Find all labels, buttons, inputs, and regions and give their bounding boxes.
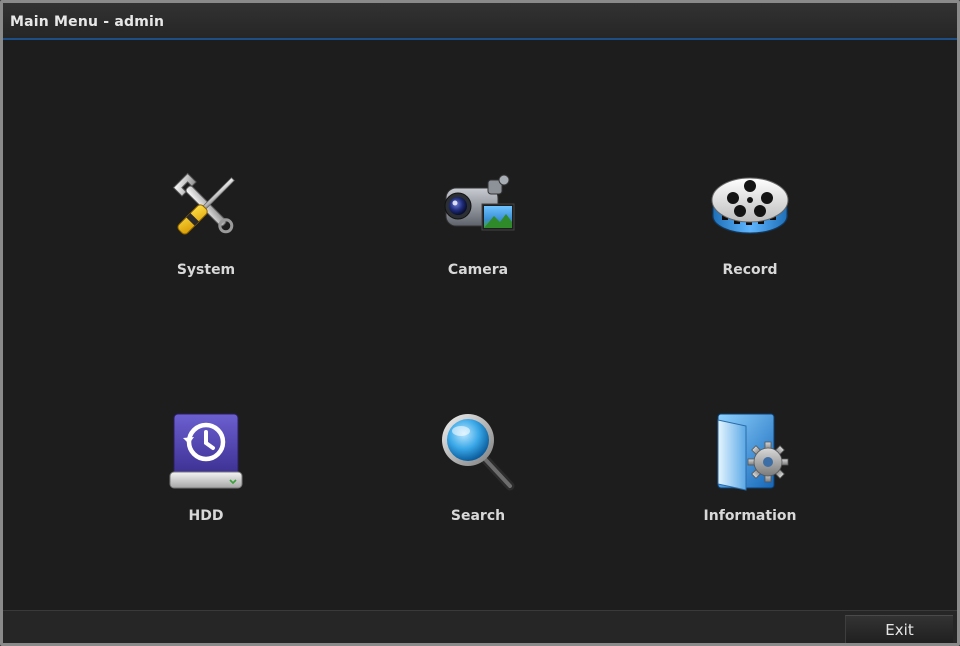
menu-item-hdd[interactable]: HDD <box>116 412 296 552</box>
menu-item-label: Record <box>722 262 778 278</box>
menu-item-search[interactable]: Search <box>388 412 568 552</box>
menu-item-label: Search <box>450 508 506 524</box>
footer-bar: Exit <box>3 610 957 643</box>
menu-item-label: System <box>176 262 236 278</box>
window-title: Main Menu - admin <box>10 14 165 30</box>
film-reel-icon <box>711 177 789 234</box>
menu-item-system[interactable]: System <box>116 166 296 306</box>
menu-item-camera[interactable]: Camera <box>388 166 568 306</box>
camera-icon <box>444 174 515 231</box>
menu-item-label: Camera <box>447 262 509 278</box>
title-bar: Main Menu - admin <box>3 3 957 40</box>
exit-button[interactable]: Exit <box>845 615 953 643</box>
menu-grid: System Camera Record HDD Search Informat… <box>3 40 957 610</box>
main-menu-window: Main Menu - admin System Camera Record H… <box>0 0 960 646</box>
menu-item-label: HDD <box>188 508 224 524</box>
info-folder-icon <box>717 413 789 491</box>
hdd-icon <box>169 413 243 489</box>
menu-item-label: Information <box>703 508 797 524</box>
tools-icon <box>172 172 235 235</box>
magnifier-icon <box>442 414 515 491</box>
menu-item-record[interactable]: Record <box>660 166 840 306</box>
menu-item-information[interactable]: Information <box>660 412 840 552</box>
